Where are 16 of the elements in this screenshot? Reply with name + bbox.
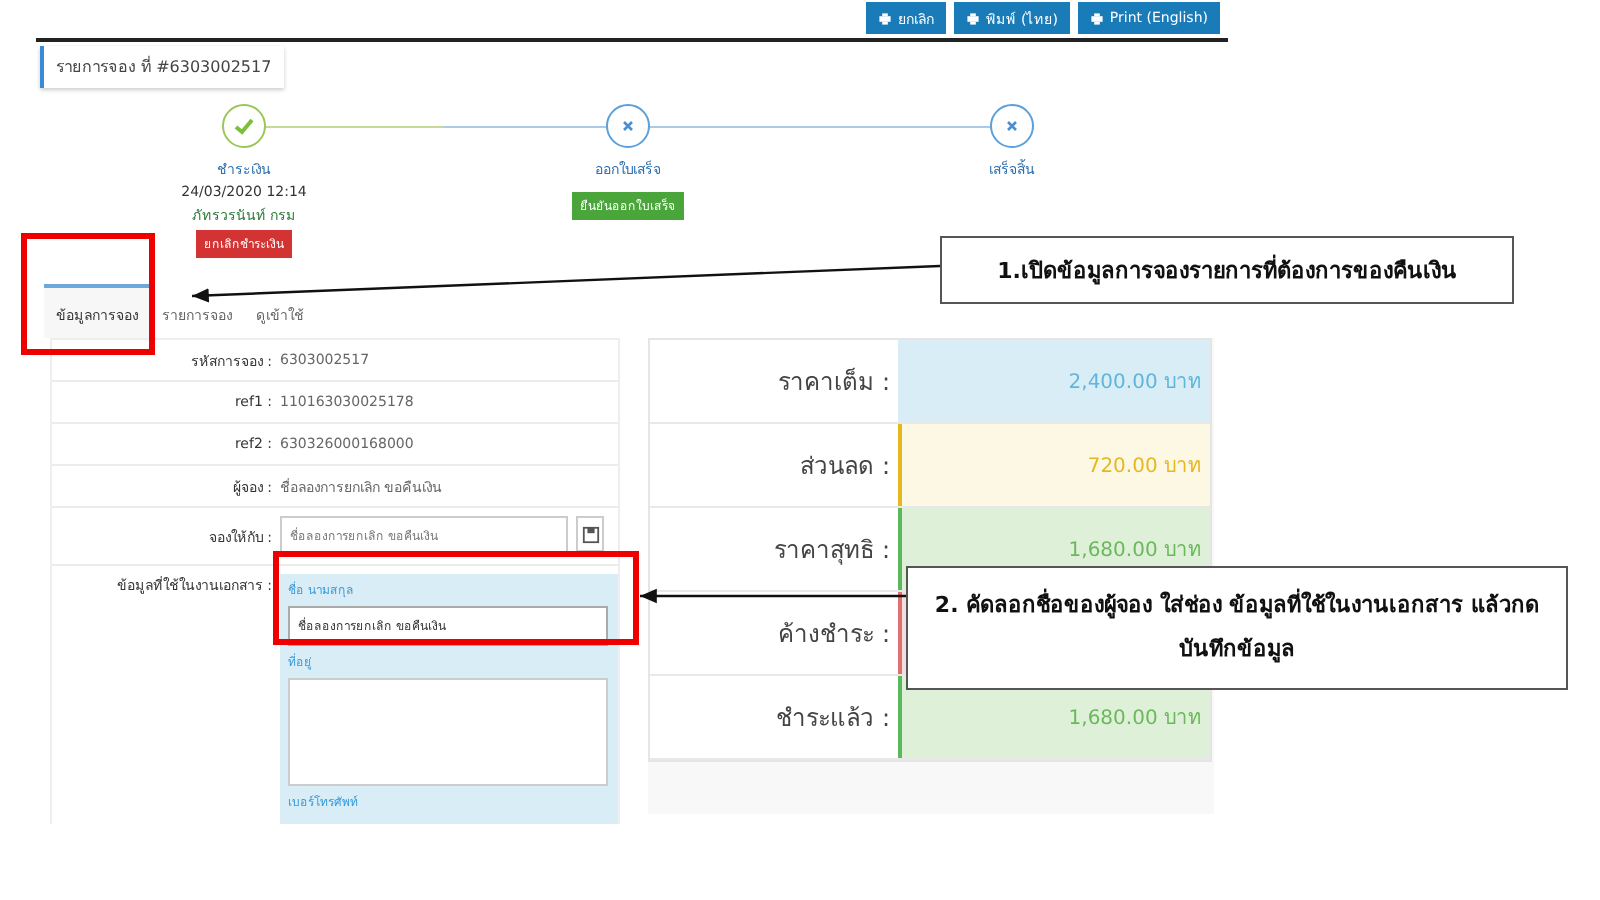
price-label: ชำระแล้ว : (776, 703, 890, 731)
price-label: ค้างชำระ : (778, 619, 890, 647)
printer-icon (1089, 11, 1104, 25)
booking-title: รายการจอง ที่ #6303002517 (40, 46, 284, 88)
price-cell: 720.00 บาท (898, 424, 1210, 506)
callout-note: 1.เปิดข้อมูลการจองรายการที่ต้องการของคืนเงิน (940, 236, 1514, 304)
printer-icon (966, 11, 981, 25)
price-cell: 2,400.00 บาท (898, 340, 1210, 422)
price-label: ราคาสุทธิ : (774, 535, 890, 563)
address-field[interactable] (288, 678, 608, 786)
highlight-box (21, 233, 155, 355)
price-label: ส่วนลด : (800, 451, 890, 479)
printer-icon (878, 11, 893, 25)
price-label: ราคาเต็ม : (778, 367, 890, 395)
callout-note: 2. คัดลอกชื่อของผู้จอง ใส่ช่อง ข้อมูลที่ใช้ในงานเอกสาร แล้วกดบันทึกข้อมูล (906, 566, 1568, 690)
save-icon[interactable] (576, 516, 604, 552)
